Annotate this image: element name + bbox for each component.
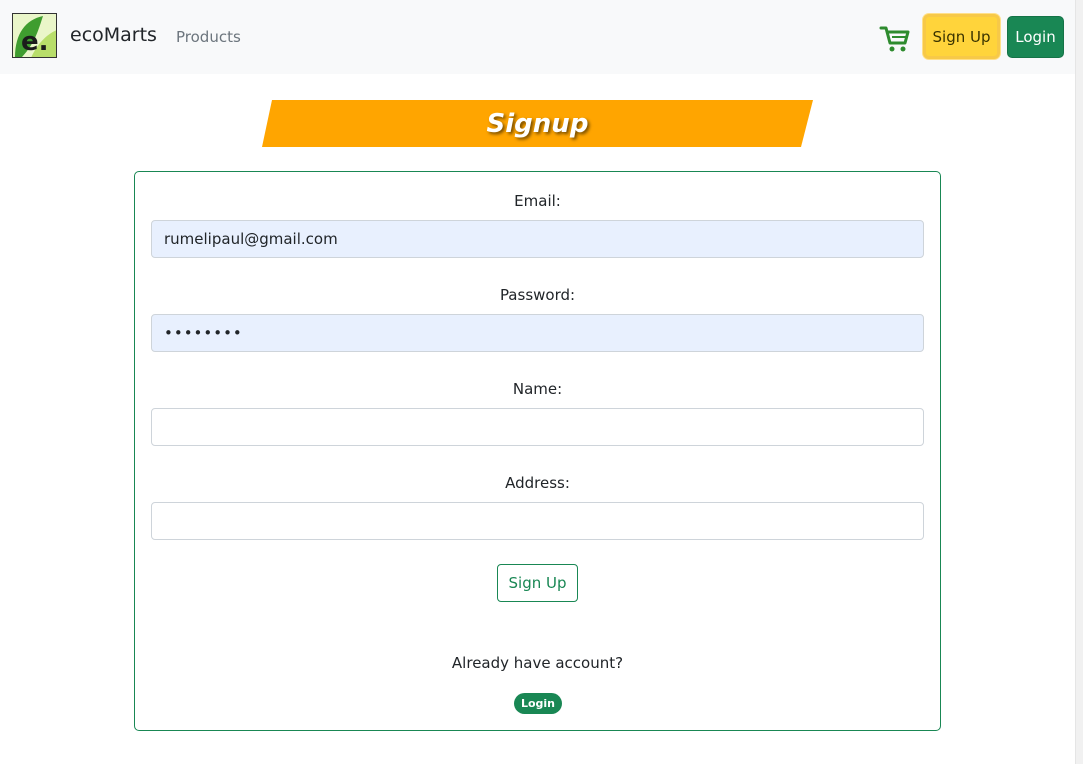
svg-text:e.: e. xyxy=(21,27,49,57)
signup-banner-title: Signup xyxy=(486,108,589,139)
password-label: Password: xyxy=(499,286,576,304)
signup-button-nav[interactable]: Sign Up xyxy=(923,14,1000,59)
scrollbar[interactable] xyxy=(1075,0,1083,764)
cart-icon[interactable] xyxy=(879,24,911,54)
address-field[interactable] xyxy=(151,502,924,540)
email-label: Email: xyxy=(514,192,561,210)
brand-logo[interactable]: e. xyxy=(12,13,57,58)
password-field[interactable]: •••••••• xyxy=(151,314,924,352)
leaf-icon: e. xyxy=(13,14,56,57)
name-label: Name: xyxy=(512,380,563,398)
top-navbar: e. ecoMarts Products Sign Up Login xyxy=(0,0,1075,74)
nav-link-products[interactable]: Products xyxy=(176,28,241,46)
address-label: Address: xyxy=(505,474,570,492)
login-link-button[interactable]: Login xyxy=(514,693,562,714)
login-button-nav[interactable]: Login xyxy=(1007,16,1064,58)
signup-form: Email: Password: •••••••• Name: Address:… xyxy=(134,171,941,731)
signup-submit-button[interactable]: Sign Up xyxy=(497,564,578,602)
name-field[interactable] xyxy=(151,408,924,446)
brand-name[interactable]: ecoMarts xyxy=(70,24,157,46)
email-field[interactable] xyxy=(151,220,924,258)
already-have-account-text: Already have account? xyxy=(451,654,624,672)
